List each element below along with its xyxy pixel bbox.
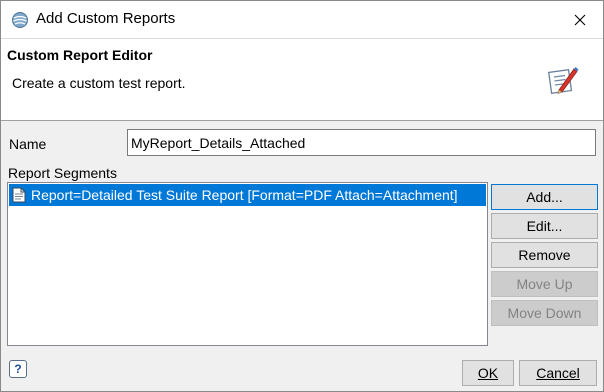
help-icon: ? xyxy=(14,362,22,376)
report-edit-icon xyxy=(545,62,581,98)
name-input[interactable] xyxy=(127,129,596,156)
report-segments-list[interactable]: Report=Detailed Test Suite Report [Forma… xyxy=(7,182,488,346)
title-bar[interactable]: Add Custom Reports xyxy=(1,1,603,38)
header-title: Custom Report Editor xyxy=(7,47,153,63)
editor-header: Custom Report Editor Create a custom tes… xyxy=(1,38,603,121)
cancel-button[interactable]: Cancel xyxy=(519,360,597,386)
eclipse-globe-icon xyxy=(11,11,29,29)
report-segments-label: Report Segments xyxy=(8,165,117,181)
header-description: Create a custom test report. xyxy=(12,75,186,91)
close-icon xyxy=(574,14,586,25)
ok-button[interactable]: OK xyxy=(462,360,514,386)
dialog-window: Add Custom Reports Custom Report Editor … xyxy=(0,0,604,392)
list-item[interactable]: Report=Detailed Test Suite Report [Forma… xyxy=(9,184,486,206)
name-label: Name xyxy=(9,136,47,152)
move-down-button[interactable]: Move Down xyxy=(491,300,598,326)
close-button[interactable] xyxy=(557,1,603,38)
cancel-label: Cancel xyxy=(536,365,580,381)
segment-text: Report=Detailed Test Suite Report [Forma… xyxy=(31,187,458,203)
move-up-button[interactable]: Move Up xyxy=(491,271,598,297)
document-icon xyxy=(12,187,26,203)
remove-button[interactable]: Remove xyxy=(491,242,598,268)
add-button[interactable]: Add... xyxy=(491,184,598,210)
window-title: Add Custom Reports xyxy=(36,10,176,27)
edit-button[interactable]: Edit... xyxy=(491,213,598,239)
help-button[interactable]: ? xyxy=(9,360,27,378)
ok-label: OK xyxy=(477,365,499,381)
